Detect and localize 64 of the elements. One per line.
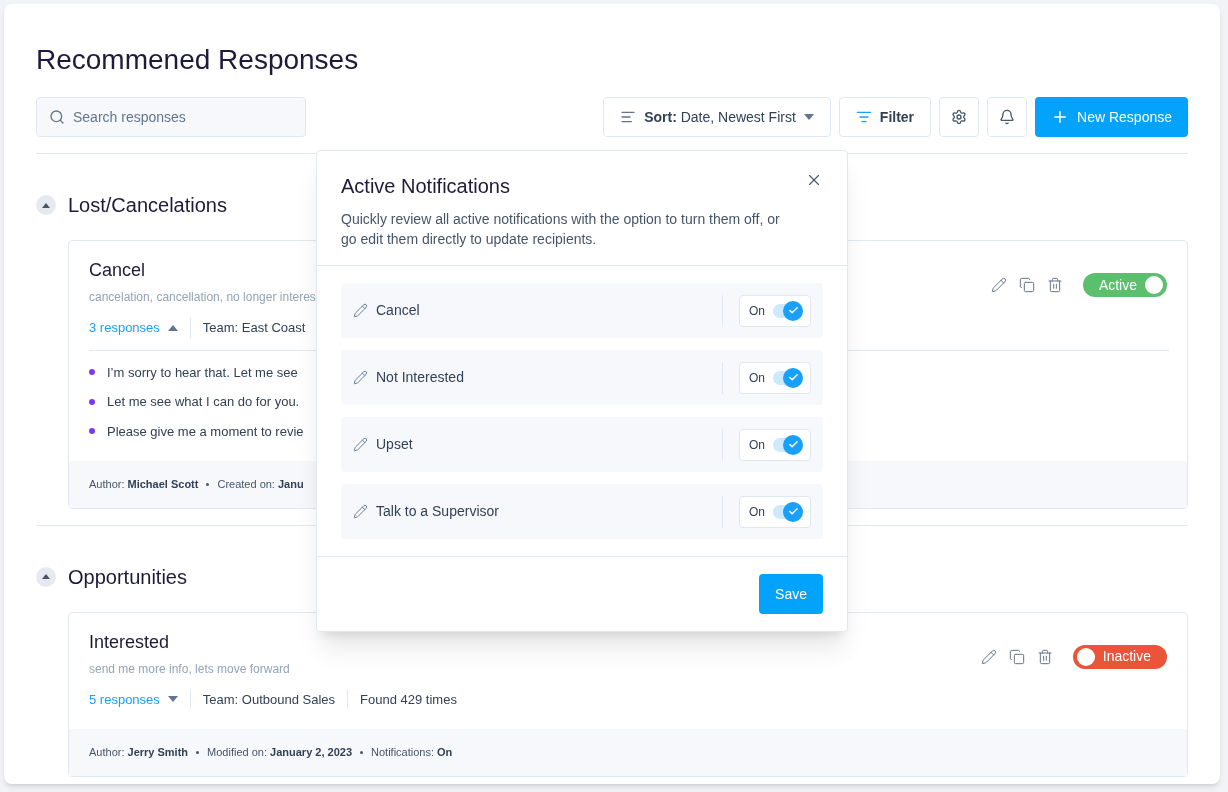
search-input[interactable]: Search responses: [73, 106, 254, 128]
notification-switch[interactable]: On: [739, 361, 811, 394]
meta-text: Author: Jerry Smith: [89, 745, 189, 760]
meta-text: Notifications: On: [371, 745, 453, 760]
notification-switch[interactable]: On: [739, 294, 811, 327]
bullet-icon: [89, 369, 95, 376]
notification-name: Upset: [376, 435, 414, 454]
section-title: Lost/Cancelations: [68, 193, 227, 218]
notification-name: Not Interested: [376, 368, 465, 387]
caret-icon: [42, 574, 50, 579]
copy-icon[interactable]: [1008, 648, 1025, 665]
bell-icon: [999, 109, 1016, 125]
search-field[interactable]: Search responses: [36, 97, 306, 137]
caret-icon: [803, 114, 814, 120]
notification-switch[interactable]: On: [739, 428, 811, 461]
response-text: Please give me a moment to revie: [107, 422, 304, 441]
card-title: Interested: [89, 630, 171, 654]
response-text: Let me see what I can do for you.: [107, 393, 300, 411]
popup-title: Active Notifications: [341, 174, 510, 199]
response-text: I’m sorry to hear that. Let me see: [107, 363, 298, 382]
notification-switch[interactable]: On: [739, 495, 811, 528]
bullet-icon: [89, 428, 95, 435]
sort-dropdown[interactable]: Sort: Date, Newest First: [603, 97, 831, 137]
meta-text: Author: Michael Scott: [89, 477, 199, 492]
sort-icon: [620, 109, 637, 125]
copy-icon[interactable]: [1018, 277, 1035, 293]
meta-text: Modified on: January 2, 2023: [207, 745, 352, 760]
caret-icon: [167, 324, 178, 331]
filter-button[interactable]: Filter: [838, 97, 932, 137]
team-label: Team: Outbound Sales: [201, 690, 337, 709]
found-count: Found 429 times: [347, 689, 469, 709]
section-toggle[interactable]: [36, 195, 56, 215]
check-icon: [787, 305, 799, 316]
card-keywords: cancelation, cancellation, no longer interes: [89, 289, 317, 306]
card-title: Cancel: [89, 259, 147, 282]
popup-description: Quickly review all active notifications with the option to turn them off, or go edit them directly to update recipients.: [341, 210, 781, 249]
delete-icon[interactable]: [1036, 648, 1053, 665]
check-icon: [787, 372, 799, 383]
settings-icon: [951, 109, 968, 125]
edit-icon[interactable]: [990, 277, 1007, 293]
edit-icon[interactable]: [353, 370, 368, 385]
edit-icon[interactable]: [353, 303, 368, 318]
status-toggle[interactable]: Inactive: [1072, 644, 1167, 669]
edit-icon[interactable]: [353, 437, 368, 452]
notifications-button[interactable]: [987, 97, 1028, 137]
meta-text: Created on: Janu: [217, 477, 304, 492]
check-icon: [787, 439, 799, 450]
filter-icon: [855, 109, 872, 125]
search-icon: [49, 109, 65, 125]
caret-icon: [167, 696, 178, 703]
section-title: Opportunities: [68, 564, 187, 590]
card-keywords: send me more info, lets move forward: [89, 660, 291, 678]
check-icon: [787, 506, 799, 517]
notification-name: Cancel: [376, 301, 421, 320]
section-toggle[interactable]: [36, 566, 56, 587]
settings-button[interactable]: [939, 97, 980, 137]
caret-icon: [42, 202, 50, 208]
notification-name: Talk to a Supervisor: [376, 502, 500, 521]
team-label: Team: East Coast: [201, 319, 307, 337]
page-title: Recommened Responses: [36, 43, 360, 77]
edit-icon[interactable]: [353, 504, 368, 519]
delete-icon[interactable]: [1046, 277, 1063, 293]
bullet-icon: [89, 398, 95, 405]
edit-icon[interactable]: [980, 648, 997, 665]
